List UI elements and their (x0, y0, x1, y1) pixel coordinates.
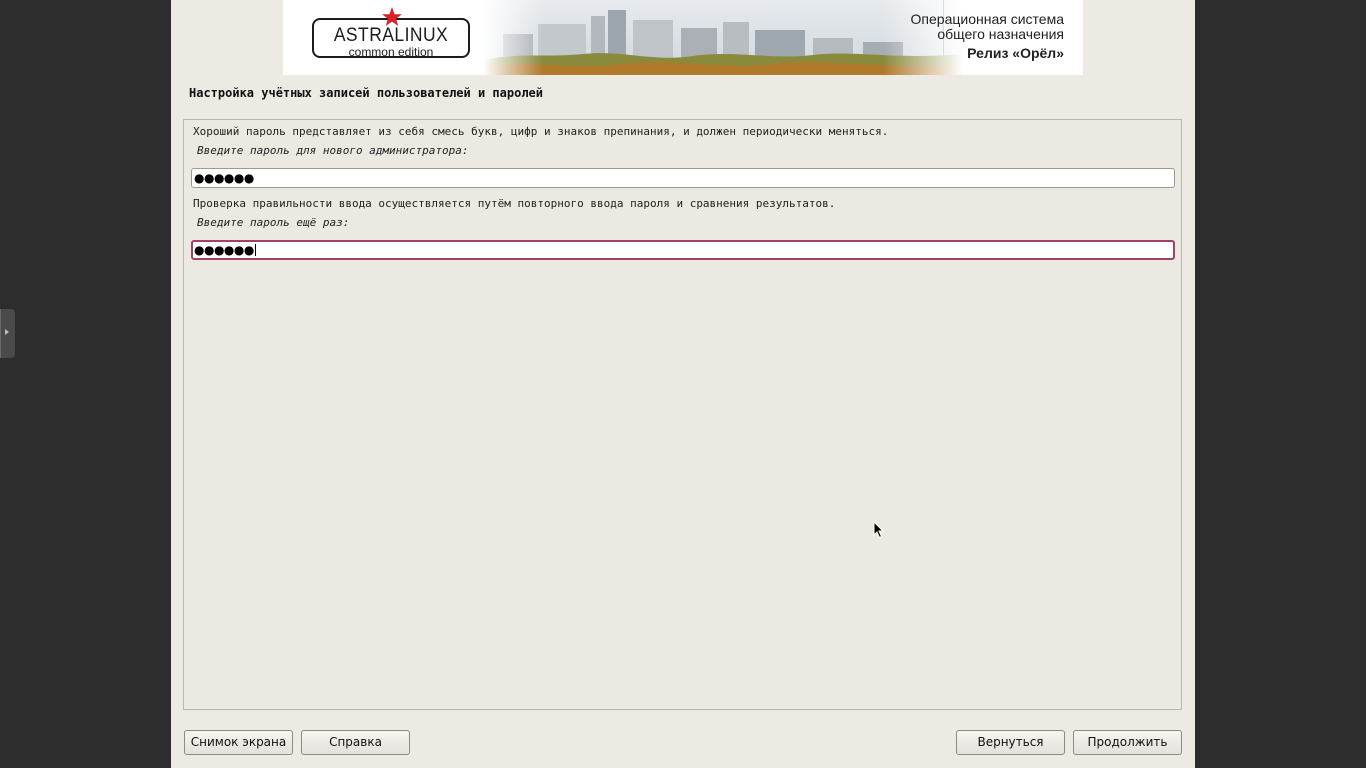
mouse-pointer-icon (873, 521, 885, 539)
release-line-os: Операционная система (910, 11, 1064, 27)
red-star-icon (382, 7, 402, 26)
continue-button[interactable]: Продолжить (1073, 730, 1182, 755)
chevron-right-icon (5, 329, 9, 335)
city-photo (483, 0, 963, 75)
logo-subtitle: common edition (348, 45, 434, 59)
password-input[interactable]: ●●●●●● (191, 168, 1175, 188)
password-confirm-masked-value: ●●●●●● (194, 243, 254, 257)
text-caret (254, 244, 256, 256)
password-confirm-prompt: Введите пароль ещё раз: (197, 216, 350, 229)
release-line-version: Релиз «Орёл» (967, 45, 1064, 61)
page-title: Настройка учётных записей пользователей … (189, 86, 544, 100)
screenshot-button[interactable]: Снимок экрана (184, 730, 293, 755)
banner: ASTRALINUX common edition Операционная с… (283, 0, 1083, 75)
password-prompt: Введите пароль для нового администратора… (197, 144, 469, 157)
help-button[interactable]: Справка (301, 730, 410, 755)
release-info: Операционная система общего назначения Р… (911, 12, 1064, 62)
side-panel-toggle[interactable] (0, 309, 15, 358)
installer-window: ASTRALINUX common edition Операционная с… (171, 0, 1195, 768)
password-confirm-input[interactable]: ●●●●●● (191, 240, 1175, 260)
password-confirm-hint: Проверка правильности ввода осуществляет… (193, 197, 836, 210)
back-button[interactable]: Вернуться (956, 730, 1065, 755)
release-line-purpose: общего назначения (937, 26, 1064, 42)
password-masked-value: ●●●●●● (194, 171, 254, 185)
logo-name: ASTRALINUX (333, 25, 449, 46)
form-panel: Хороший пароль представляет из себя смес… (183, 119, 1182, 710)
password-hint: Хороший пароль представляет из себя смес… (193, 125, 889, 138)
